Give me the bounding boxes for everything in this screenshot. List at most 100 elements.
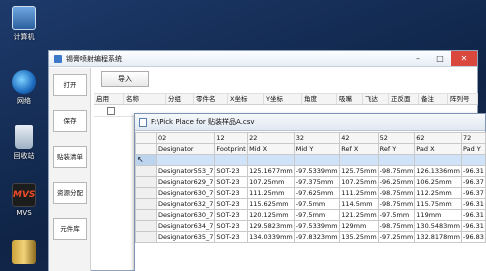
row-header[interactable] [135,231,157,243]
column-header[interactable]: 角度 [302,94,337,104]
table-cell[interactable]: Designator634_7 [155,220,216,232]
table-cell[interactable]: SOT-23 [214,231,249,243]
table-cell[interactable]: 111.25mm [339,187,379,199]
row-header[interactable] [135,176,157,188]
table-cell[interactable]: SOT-23 [214,176,249,188]
table-row[interactable]: Designator632_7 SOT-23 115.625mm -97.5mm 114… [135,198,486,210]
column-number[interactable]: 02 [155,132,216,144]
table-cell[interactable]: Designator629_7 [155,176,216,188]
table-cell[interactable]: -98.75mm [377,165,416,177]
column-number[interactable]: 42 [339,132,379,144]
desktop-icon-recycle-bin[interactable]: 回收站 [5,125,43,161]
close-button[interactable]: ✕ [451,51,477,66]
row-header[interactable] [135,220,157,232]
column-header[interactable]: X坐标 [228,94,264,104]
table-cell[interactable]: -96.25mm [377,176,416,188]
table-cell[interactable]: -98.75mm [377,198,416,210]
table-cell[interactable]: -96.31 [460,165,486,177]
column-number[interactable]: 32 [293,132,341,144]
desktop-icon-mvs[interactable]: MVS MVS [5,183,43,217]
table-cell[interactable]: Designator635_7 [155,231,216,243]
maximize-button[interactable]: □ [429,51,451,66]
table-cell[interactable]: -97.5mm [377,209,416,221]
table-cell[interactable]: SOT-23 [214,220,249,232]
column-number[interactable]: 52 [377,132,416,144]
resource-allocation-button[interactable]: 资源分配 [53,182,87,204]
table-cell[interactable]: SOT-23 [214,198,249,210]
table-cell[interactable]: 106.25mm [414,176,462,188]
table-cell[interactable] [339,154,379,166]
column-header[interactable]: 零件名 [194,94,228,104]
column-name[interactable]: Ref X [339,143,379,155]
table-cell[interactable]: 134.0339mm [247,231,295,243]
column-number[interactable]: 12 [214,132,249,144]
column-header[interactable]: Y坐标 [264,94,302,104]
column-header[interactable]: 阵列号 [448,94,478,104]
save-button[interactable]: 保存 [53,110,87,132]
table-cell[interactable]: 115.75mm [414,198,462,210]
desktop-icon-book[interactable] [5,240,43,264]
open-button[interactable]: 打开 [53,74,87,96]
column-name[interactable]: Footprint [214,143,249,155]
column-header[interactable]: 备注 [419,94,448,104]
column-name[interactable]: Pad X [414,143,462,155]
column-name[interactable]: Ref Y [377,143,416,155]
table-cell[interactable]: -97.25mm [377,231,416,243]
column-header[interactable]: 飞达 [363,94,389,104]
table-cell[interactable]: 107.25mm [247,176,295,188]
table-cell[interactable] [155,154,216,166]
enable-checkbox[interactable] [107,107,115,115]
table-cell[interactable]: -97.5339mm [293,165,341,177]
table-cell[interactable]: Designator630_7 [155,187,216,199]
table-cell[interactable]: 132.8178mm [414,231,462,243]
table-cell[interactable]: 121.25mm [339,209,379,221]
table-cell[interactable]: 120.125mm [247,209,295,221]
column-header[interactable]: 名称 [124,94,166,104]
column-number[interactable]: 22 [247,132,295,144]
column-number[interactable]: 62 [414,132,462,144]
table-row[interactable]: Designator634_7 SOT-23 129.5823mm -97.5339m… [135,220,486,232]
table-cell[interactable]: -96.31 [460,220,486,232]
row-header[interactable] [135,209,157,221]
minimize-button[interactable]: – [407,51,429,66]
row-header[interactable] [135,165,157,177]
table-cell[interactable]: 125.75mm [339,165,379,177]
table-cell[interactable] [293,154,341,166]
table-cell[interactable]: -96.37 [460,176,486,188]
table-cell[interactable]: -97.8323mm [293,231,341,243]
table-cell[interactable] [414,154,462,166]
column-name[interactable]: Mid Y [293,143,341,155]
table-cell[interactable]: 112.25mm [414,187,462,199]
column-header[interactable]: 吸嘴 [337,94,363,104]
table-cell[interactable]: SOT-23 [214,165,249,177]
table-cell[interactable]: 111.25mm [247,187,295,199]
column-number[interactable]: 72 [460,132,486,144]
table-cell[interactable]: 130.5483mm [414,220,462,232]
column-header[interactable]: 分组 [166,94,194,104]
row-header[interactable] [135,198,157,210]
import-button[interactable]: 导入 [101,71,149,87]
table-cell[interactable]: -96.37 [460,187,486,199]
table-cell[interactable]: 119mm [414,209,462,221]
table-row[interactable]: Designator629_7 SOT-23 107.25mm -97.375mm 10… [135,176,486,188]
column-header[interactable]: 正反面 [389,94,419,104]
table-cell[interactable] [214,154,249,166]
table-cell[interactable]: -98.75mm [377,187,416,199]
table-cell[interactable]: -96.83 [460,231,486,243]
column-header[interactable]: 启用 [94,94,124,104]
component-library-button[interactable]: 元件库 [53,218,87,240]
table-row[interactable]: Designator630_7 SOT-23 120.125mm -97.5mm 121… [135,209,486,221]
table-cell[interactable]: 107.25mm [339,176,379,188]
table-cell[interactable]: -97.375mm [293,176,341,188]
table-cell[interactable]: -97.5mm [293,209,341,221]
desktop-icon-network[interactable]: 网络 [5,70,43,106]
table-row[interactable]: Designator635_7 SOT-23 134.0339mm -97.8323m… [135,231,486,243]
table-cell[interactable]: SOT-23 [214,187,249,199]
table-cell[interactable]: Designator553_7 [155,165,216,177]
row-header[interactable]: ↖ [135,154,157,166]
table-cell[interactable]: 125.1677mm [247,165,295,177]
table-cell[interactable]: Designator632_7 [155,198,216,210]
table-cell[interactable]: 114.5mm [339,198,379,210]
row-header[interactable] [135,187,157,199]
table-cell[interactable]: 129.5823mm [247,220,295,232]
